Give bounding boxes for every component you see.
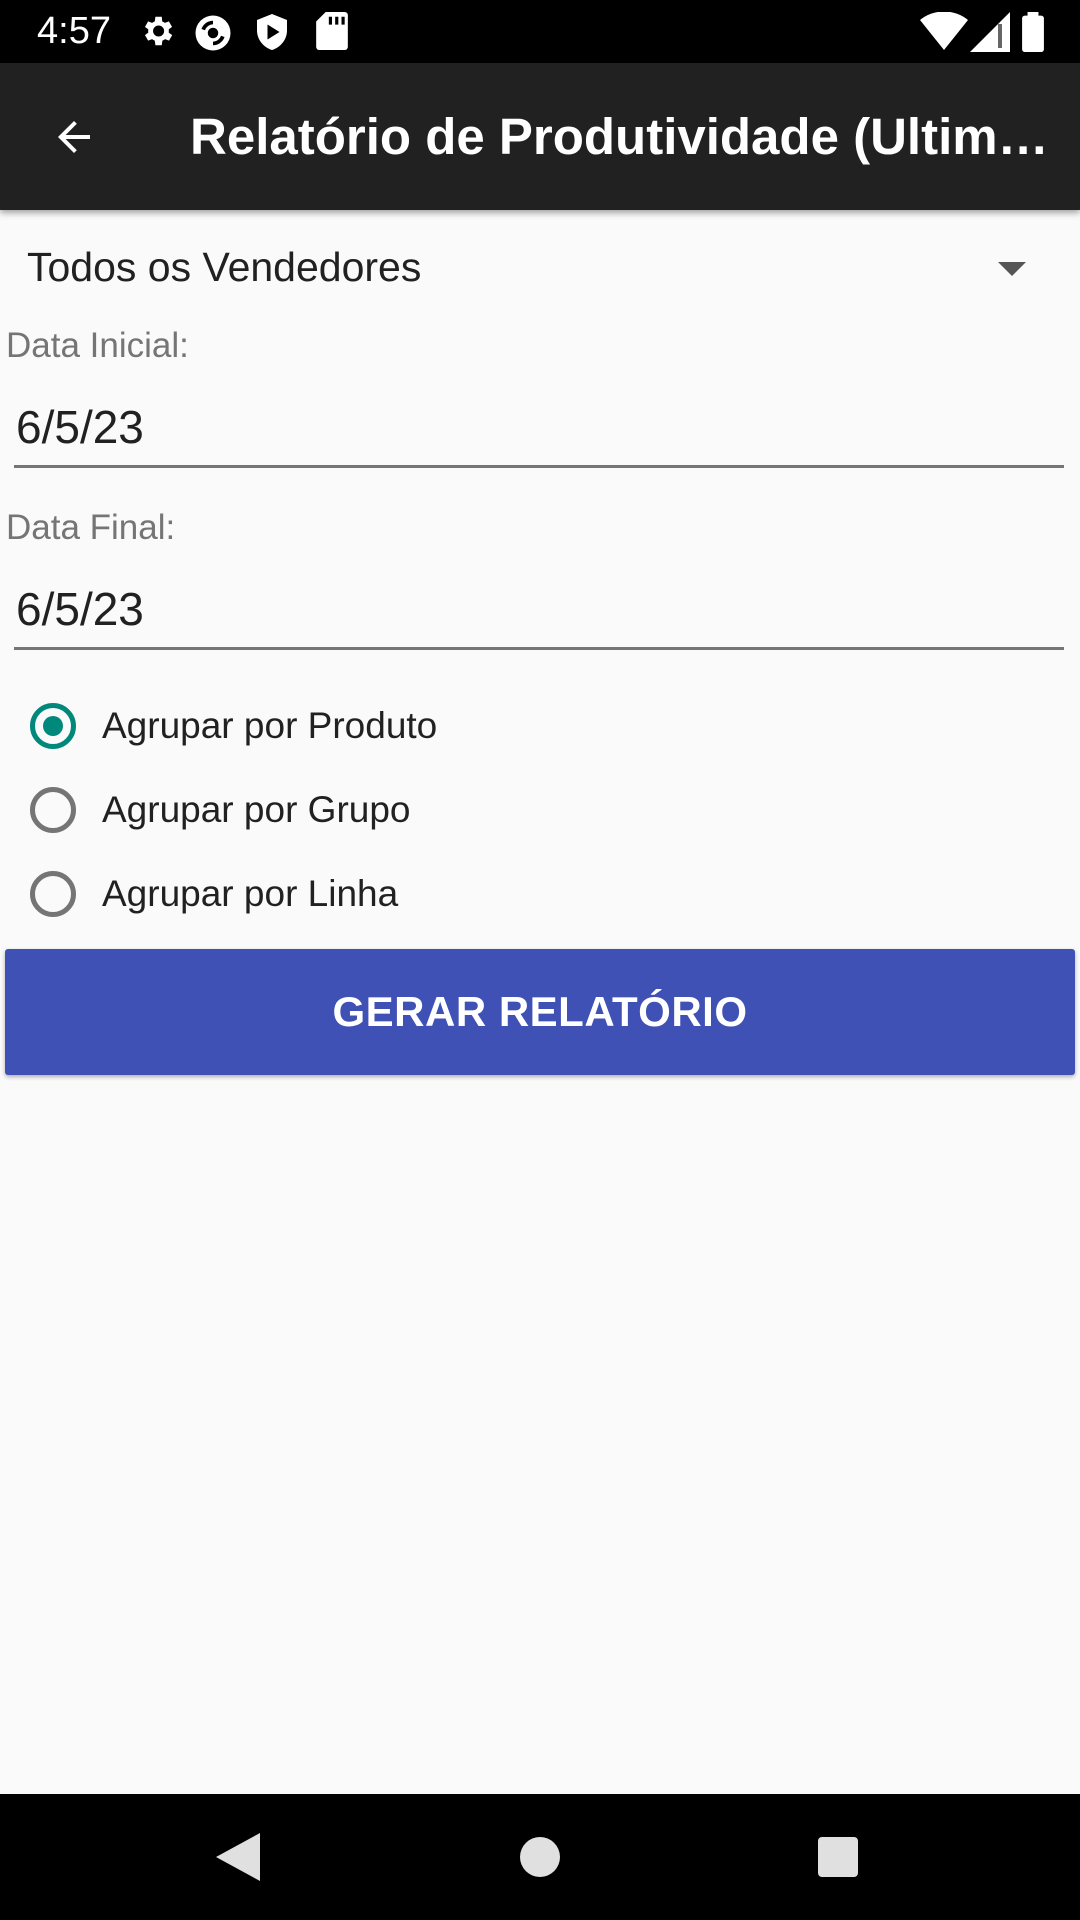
arrow-back-icon [58, 121, 90, 153]
app-toolbar: Relatório de Produtividade (Ultima… [0, 63, 1080, 210]
nav-recents-button[interactable] [778, 1794, 898, 1920]
start-date-label: Data Inicial: [6, 326, 189, 365]
sd-card-icon [316, 12, 348, 50]
battery-icon [1022, 12, 1044, 52]
wifi-icon [920, 12, 968, 50]
back-triangle-icon [216, 1833, 260, 1881]
radio-unchecked-icon[interactable] [30, 787, 76, 833]
gear-icon [144, 16, 173, 46]
radio-label-group: Agrupar por Grupo [102, 789, 411, 830]
home-circle-icon [520, 1837, 560, 1877]
shield-icon [257, 14, 287, 50]
status-time: 4:57 [37, 10, 111, 52]
nav-back-button[interactable] [178, 1794, 298, 1920]
radio-checked-icon[interactable] [30, 703, 76, 749]
radio-group-by-group[interactable]: Agrupar por Grupo [30, 774, 411, 846]
radio-label-line: Agrupar por Linha [102, 873, 399, 914]
radio-group-by-line[interactable]: Agrupar por Linha [30, 858, 398, 930]
system-nav-bar [0, 1794, 1080, 1920]
recents-square-icon [818, 1837, 858, 1877]
chevron-down-icon[interactable] [998, 262, 1026, 276]
nav-home-button[interactable] [480, 1794, 600, 1920]
seller-spinner-value: Todos os Vendedores [27, 244, 422, 290]
radio-group-by-product[interactable]: Agrupar por Produto [30, 690, 437, 762]
generate-report-button[interactable]: GERAR RELATÓRIO [5, 949, 1075, 1075]
back-button[interactable] [36, 99, 112, 175]
radio-label-product: Agrupar por Produto [102, 705, 438, 746]
sync-icon [195, 15, 231, 51]
status-bar: 4:57 [0, 0, 1080, 63]
signal-icon [970, 12, 1010, 52]
end-date-field[interactable] [14, 576, 1064, 650]
end-date-label: Data Final: [6, 508, 176, 547]
start-date-field[interactable] [14, 394, 1064, 468]
radio-unchecked-icon[interactable] [30, 871, 76, 917]
page-title: Relatório de Produtividade (Ultima… [190, 108, 1050, 165]
seller-spinner[interactable]: Todos os Vendedores [0, 230, 1060, 310]
